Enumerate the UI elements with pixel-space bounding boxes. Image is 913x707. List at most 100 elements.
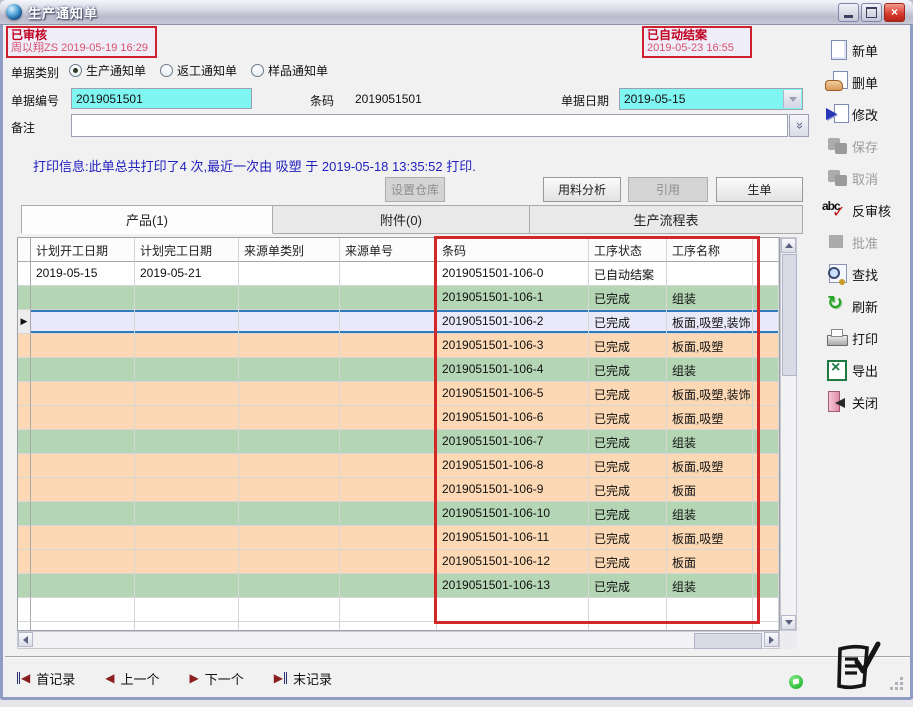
cell: 2019051501-106-3 <box>437 334 589 358</box>
table-row[interactable]: 2019051501-106-10已完成组装 <box>18 502 779 526</box>
radio-selected-icon <box>69 64 82 77</box>
doc-type-radio-2[interactable]: 返工通知单 <box>160 62 237 79</box>
table-row[interactable]: 2019051501-106-8已完成板面,吸塑 <box>18 454 779 478</box>
remark-input[interactable] <box>71 114 788 137</box>
table-row[interactable]: 2019051501-106-7已完成组装 <box>18 430 779 454</box>
sidebar-button-label: 删单 <box>852 73 878 92</box>
row-indicator <box>18 286 31 310</box>
column-header[interactable]: 工序名称 <box>667 238 753 262</box>
table-row[interactable]: 2019051501-106-3已完成板面,吸塑 <box>18 334 779 358</box>
cell-filler <box>753 478 779 502</box>
cell: 2019051501-106-2 <box>437 310 589 334</box>
action-button-4[interactable]: 生单 <box>716 177 803 202</box>
titlebar[interactable]: 生产通知单 × <box>0 0 913 25</box>
cell <box>31 478 135 502</box>
sidebar-button-new[interactable]: 新单 <box>825 37 913 63</box>
record-navigation: ◀首记录 ◀上一个 ▶下一个 ▶末记录 <box>17 664 332 692</box>
row-indicator <box>18 454 31 478</box>
closed-status-label: 已自动结案 <box>647 29 746 42</box>
window-controls: × <box>838 3 913 22</box>
cell <box>239 526 340 550</box>
column-header[interactable]: 来源单类别 <box>239 238 340 262</box>
maximize-button[interactable] <box>861 3 882 22</box>
recnav-first-button[interactable]: ◀首记录 <box>17 669 75 688</box>
table-row[interactable]: 2019051501-106-4已完成组装 <box>18 358 779 382</box>
cell <box>31 574 135 598</box>
close-button[interactable]: × <box>884 3 905 22</box>
cell <box>239 550 340 574</box>
scroll-up-icon[interactable] <box>781 238 796 253</box>
recnav-next-button[interactable]: ▶下一个 <box>190 669 244 688</box>
sidebar-button-save: 保存 <box>825 133 913 159</box>
data-grid[interactable]: 计划开工日期计划完工日期来源单类别来源单号条码工序状态工序名称2019-05-1… <box>17 237 780 631</box>
cell-filler <box>753 502 779 526</box>
doc-no-input[interactable] <box>71 88 252 109</box>
cell: 2019051501-106-7 <box>437 430 589 454</box>
tab-1[interactable]: 产品(1) <box>21 205 273 234</box>
cell: 板面,吸塑,装饰 <box>667 382 753 406</box>
print-icon <box>825 326 851 350</box>
sidebar-button-export[interactable]: 导出 <box>825 357 913 383</box>
table-row[interactable]: 2019051501-106-13已完成组装 <box>18 574 779 598</box>
chevron-down-icon[interactable] <box>783 90 801 108</box>
column-header[interactable]: 来源单号 <box>340 238 437 262</box>
cell <box>239 334 340 358</box>
cell <box>667 622 753 631</box>
table-row[interactable]: 2019051501-106-9已完成板面 <box>18 478 779 502</box>
doc-date-combo[interactable]: 2019-05-15 <box>619 88 803 110</box>
tab-3[interactable]: 生产流程表 <box>530 205 803 234</box>
sidebar-button-find[interactable]: 查找 <box>825 261 913 287</box>
maximize-icon <box>866 7 877 18</box>
horizontal-scroll-thumb[interactable] <box>694 633 762 649</box>
cell <box>239 622 340 631</box>
table-row[interactable]: 2019051501-106-11已完成板面,吸塑 <box>18 526 779 550</box>
row-indicator <box>18 478 31 502</box>
edit-doc-icon <box>825 102 851 126</box>
table-row[interactable]: 2019051501-106-6已完成板面,吸塑 <box>18 406 779 430</box>
cell <box>239 406 340 430</box>
sidebar-button-label: 保存 <box>852 137 878 156</box>
cell <box>135 334 239 358</box>
minimize-button[interactable] <box>838 3 859 22</box>
row-indicator <box>18 382 31 406</box>
table-row[interactable]: ▶2019051501-106-2已完成板面,吸塑,装饰 <box>18 310 779 334</box>
table-row[interactable]: 2019-05-152019-05-212019051501-106-0已自动结… <box>18 262 779 286</box>
sidebar-button-refresh[interactable]: 刷新 <box>825 293 913 319</box>
empty-row <box>18 622 779 631</box>
sidebar-button-unapprove[interactable]: 反审核 <box>825 197 913 223</box>
export-icon <box>825 358 851 382</box>
table-row[interactable]: 2019051501-106-5已完成板面,吸塑,装饰 <box>18 382 779 406</box>
vertical-scrollbar[interactable] <box>780 237 797 631</box>
row-indicator <box>18 550 31 574</box>
action-button-2[interactable]: 用料分析 <box>543 177 621 202</box>
column-header[interactable]: 条码 <box>437 238 589 262</box>
column-header[interactable]: 计划完工日期 <box>135 238 239 262</box>
vertical-scroll-thumb[interactable] <box>782 254 797 376</box>
scroll-down-icon[interactable] <box>781 615 796 630</box>
scroll-left-icon[interactable] <box>18 632 33 647</box>
sidebar-button-delete[interactable]: 删单 <box>825 69 913 95</box>
column-header[interactable]: 计划开工日期 <box>31 238 135 262</box>
horizontal-scrollbar[interactable] <box>17 631 780 649</box>
cell <box>340 430 437 454</box>
doc-type-radio-3[interactable]: 样品通知单 <box>251 62 328 79</box>
table-row[interactable]: 2019051501-106-12已完成板面 <box>18 550 779 574</box>
sidebar-button-modify[interactable]: 修改 <box>825 101 913 127</box>
resize-grip[interactable] <box>900 687 903 690</box>
remark-expand-button[interactable]: « <box>789 114 809 137</box>
sidebar-button-close[interactable]: 关闭 <box>825 389 913 415</box>
cell <box>239 310 340 334</box>
recnav-last-button[interactable]: ▶末记录 <box>274 669 332 688</box>
grid-header-row: 计划开工日期计划完工日期来源单类别来源单号条码工序状态工序名称 <box>18 238 779 262</box>
first-record-icon: ◀ <box>17 672 30 684</box>
column-header[interactable]: 工序状态 <box>589 238 667 262</box>
tab-2[interactable]: 附件(0) <box>273 205 530 234</box>
doc-type-radio-1[interactable]: 生产通知单 <box>69 62 146 79</box>
cell <box>135 598 239 622</box>
recnav-prev-button[interactable]: ◀上一个 <box>105 669 159 688</box>
column-header-filler <box>753 238 779 262</box>
sidebar-button-print[interactable]: 打印 <box>825 325 913 351</box>
table-row[interactable]: 2019051501-106-1已完成组装 <box>18 286 779 310</box>
scroll-right-icon[interactable] <box>764 632 779 647</box>
cell <box>340 358 437 382</box>
